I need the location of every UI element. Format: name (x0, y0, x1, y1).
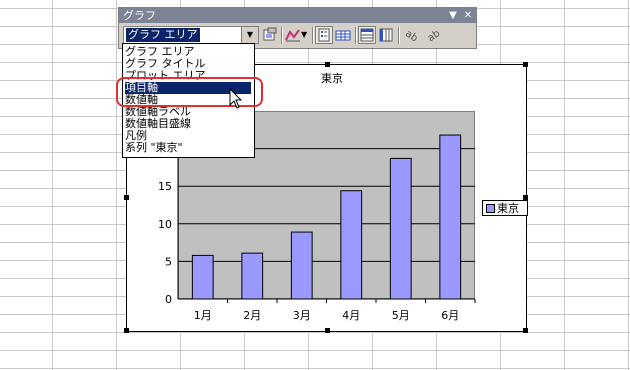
resize-handle-top-right[interactable] (523, 62, 528, 67)
y-tick-label: 10 (158, 218, 172, 231)
x-tick-label: 1月 (194, 309, 212, 322)
chart-object-select[interactable]: グラフ エリア ▼ (123, 26, 259, 44)
toolbar-title[interactable]: グラフ (119, 8, 476, 23)
angle-text-down-icon[interactable]: ab (403, 27, 420, 44)
chart-object-value: グラフ エリア (126, 28, 200, 42)
toolbar-menu-icon[interactable]: ▼ (447, 8, 459, 23)
angle-text-up-icon[interactable]: ab (425, 27, 443, 44)
mouse-cursor-icon (229, 87, 243, 113)
x-tick-label: 3月 (293, 309, 311, 322)
bar[interactable] (191, 254, 214, 300)
y-tick-label: 5 (165, 255, 172, 268)
resize-handle-bottom-right[interactable] (523, 328, 528, 333)
resize-handle-bottom[interactable] (325, 328, 330, 333)
resize-handle-right[interactable] (523, 195, 528, 200)
close-icon[interactable]: ✕ (462, 8, 474, 23)
bar[interactable] (340, 190, 363, 300)
data-table-icon[interactable] (335, 27, 351, 43)
svg-text:ab: ab (404, 28, 420, 43)
resize-handle-top[interactable] (325, 62, 330, 67)
x-tick-label: 4月 (342, 309, 360, 322)
format-selected-icon[interactable] (262, 27, 278, 43)
resize-handle-left[interactable] (124, 195, 129, 200)
chart-type-dropdown-icon[interactable]: ▼ (301, 27, 309, 43)
y-tick-label: 15 (158, 180, 172, 193)
bar[interactable] (389, 157, 412, 300)
x-tick-label: 6月 (441, 309, 459, 322)
by-row-icon[interactable] (358, 26, 376, 44)
legend-swatch (486, 203, 495, 213)
bar[interactable] (241, 252, 264, 300)
y-tick-label: 0 (165, 293, 172, 306)
by-column-icon[interactable] (378, 27, 394, 43)
legend-label: 東京 (497, 202, 519, 215)
bar[interactable] (290, 231, 313, 300)
resize-handle-bottom-left[interactable] (124, 328, 129, 333)
legend[interactable]: 東京 (482, 200, 528, 216)
svg-text:ab: ab (426, 28, 441, 43)
bar[interactable] (439, 134, 462, 300)
x-tick-label: 5月 (392, 309, 410, 322)
x-tick-label: 2月 (243, 309, 261, 322)
legend-icon[interactable] (315, 26, 333, 44)
chart-type-icon[interactable] (285, 27, 301, 43)
chevron-down-icon[interactable]: ▼ (241, 27, 258, 43)
list-item[interactable]: 系列 "東京" (125, 142, 183, 154)
